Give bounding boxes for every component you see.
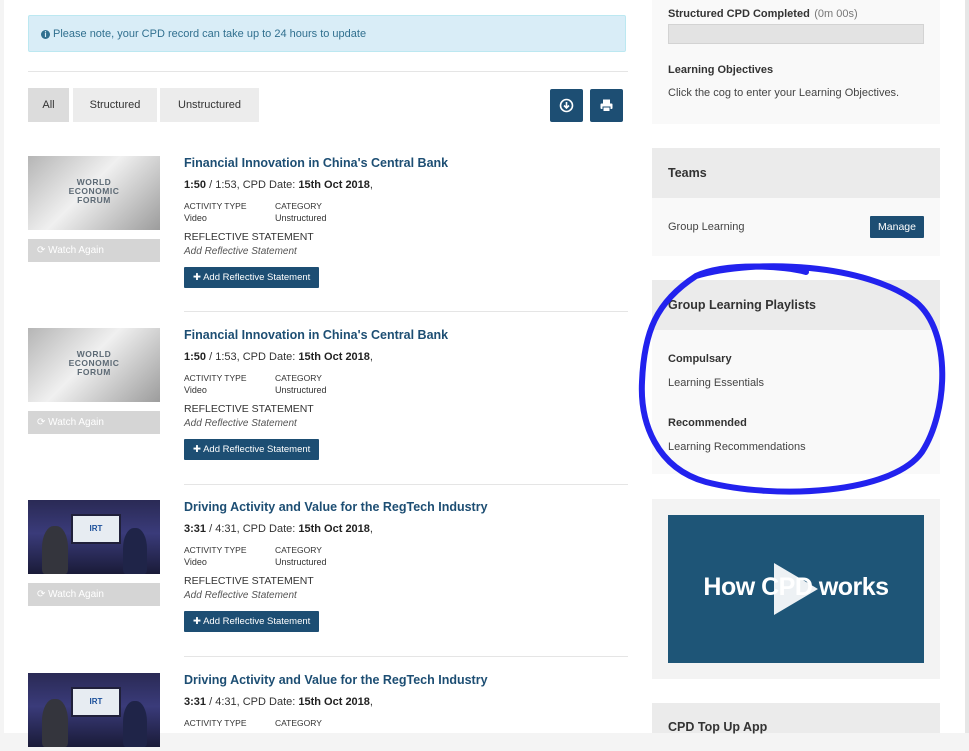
irt-logo: IRT xyxy=(71,514,121,544)
activity-details: ACTIVITY TYPE Video CATEGORY Unstructure… xyxy=(184,373,327,395)
structured-cpd-label: Structured CPD Completed (0m 00s) xyxy=(668,8,858,20)
info-circle-icon: i xyxy=(41,30,50,39)
wef-logo: WORLD ECONOMIC FORUM xyxy=(68,349,120,377)
cpd-update-notice: i Please note, your CPD record can take u… xyxy=(28,15,626,52)
activity-title[interactable]: Driving Activity and Value for the RegTe… xyxy=(184,500,628,514)
reflective-placeholder: Add Reflective Statement xyxy=(184,418,297,429)
presenter-figure xyxy=(42,526,68,574)
download-circle-icon xyxy=(559,98,574,113)
how-cpd-works-panel: How CPD works xyxy=(652,499,940,679)
learning-objectives-text: Click the cog to enter your Learning Obj… xyxy=(668,87,900,99)
watch-again-button[interactable]: ⟳ Watch Again xyxy=(28,411,160,434)
play-icon xyxy=(774,563,818,615)
reflective-placeholder: Add Reflective Statement xyxy=(184,246,297,257)
video-thumbnail[interactable]: IRT xyxy=(28,500,160,574)
activity-meta: 1:50 / 1:53, CPD Date: 15th Oct 2018, xyxy=(184,351,373,363)
activity-title[interactable]: Financial Innovation in China's Central … xyxy=(184,156,628,170)
activity-title[interactable]: Financial Innovation in China's Central … xyxy=(184,328,628,342)
scrollbar-track[interactable] xyxy=(965,0,969,733)
learning-objectives-heading: Learning Objectives xyxy=(668,64,774,76)
cpd-summary-panel: Structured CPD Completed (0m 00s) Learni… xyxy=(652,0,940,124)
divider xyxy=(28,71,628,72)
download-button[interactable] xyxy=(550,89,583,122)
tab-structured[interactable]: Structured xyxy=(73,88,157,122)
print-button[interactable] xyxy=(590,89,623,122)
watch-again-button[interactable]: ⟳ Watch Again xyxy=(28,583,160,606)
plus-icon: ✚ xyxy=(193,272,201,283)
team-name: Group Learning xyxy=(668,221,745,233)
irt-logo: IRT xyxy=(71,687,121,717)
presenter-figure xyxy=(123,528,147,574)
teams-heading: Teams xyxy=(652,148,940,198)
video-thumbnail[interactable]: WORLD ECONOMIC FORUM xyxy=(28,328,160,402)
plus-icon: ✚ xyxy=(193,444,201,455)
reflective-placeholder: Add Reflective Statement xyxy=(184,590,297,601)
tab-all[interactable]: All xyxy=(28,88,69,122)
cpd-top-up-heading: CPD Top Up App xyxy=(652,703,940,734)
add-reflective-statement-button[interactable]: ✚ Add Reflective Statement xyxy=(184,267,320,288)
reflective-heading: REFLECTIVE STATEMENT xyxy=(184,231,314,243)
video-thumbnail[interactable]: IRT xyxy=(28,673,160,747)
activity-meta: 3:31 / 4:31, CPD Date: 15th Oct 2018, xyxy=(184,523,373,535)
refresh-icon: ⟳ xyxy=(37,417,46,428)
plus-icon: ✚ xyxy=(193,616,201,627)
reflective-heading: REFLECTIVE STATEMENT xyxy=(184,403,314,415)
activity-meta: 3:31 / 4:31, CPD Date: 15th Oct 2018, xyxy=(184,696,373,708)
annotation-circle xyxy=(638,263,946,495)
how-cpd-works-video[interactable]: How CPD works xyxy=(668,515,924,663)
presenter-figure xyxy=(42,699,68,747)
refresh-icon: ⟳ xyxy=(37,589,46,600)
activity-details: ACTIVITY TYPE Video CATEGORY Unstructure… xyxy=(184,545,327,567)
manage-team-button[interactable]: Manage xyxy=(870,216,924,238)
notice-text: Please note, your CPD record can take up… xyxy=(53,28,367,40)
refresh-icon: ⟳ xyxy=(37,245,46,256)
wef-logo: WORLD ECONOMIC FORUM xyxy=(68,177,120,205)
watch-again-button[interactable]: ⟳ Watch Again xyxy=(28,239,160,262)
teams-panel: Teams Group Learning Manage xyxy=(652,148,940,256)
video-thumbnail[interactable]: WORLD ECONOMIC FORUM xyxy=(28,156,160,230)
structured-cpd-progress-bar xyxy=(668,24,924,44)
activity-title[interactable]: Driving Activity and Value for the RegTe… xyxy=(184,673,628,687)
divider xyxy=(184,656,628,657)
print-icon xyxy=(600,99,613,112)
divider xyxy=(184,484,628,485)
add-reflective-statement-button[interactable]: ✚ Add Reflective Statement xyxy=(184,611,320,632)
tab-unstructured[interactable]: Unstructured xyxy=(160,88,259,122)
activity-details: ACTIVITY TYPE CATEGORY xyxy=(184,718,322,728)
activity-details: ACTIVITY TYPE Video CATEGORY Unstructure… xyxy=(184,201,327,223)
add-reflective-statement-button[interactable]: ✚ Add Reflective Statement xyxy=(184,439,320,460)
reflective-heading: REFLECTIVE STATEMENT xyxy=(184,575,314,587)
activity-meta: 1:50 / 1:53, CPD Date: 15th Oct 2018, xyxy=(184,179,373,191)
divider xyxy=(184,311,628,312)
presenter-figure xyxy=(123,701,147,747)
